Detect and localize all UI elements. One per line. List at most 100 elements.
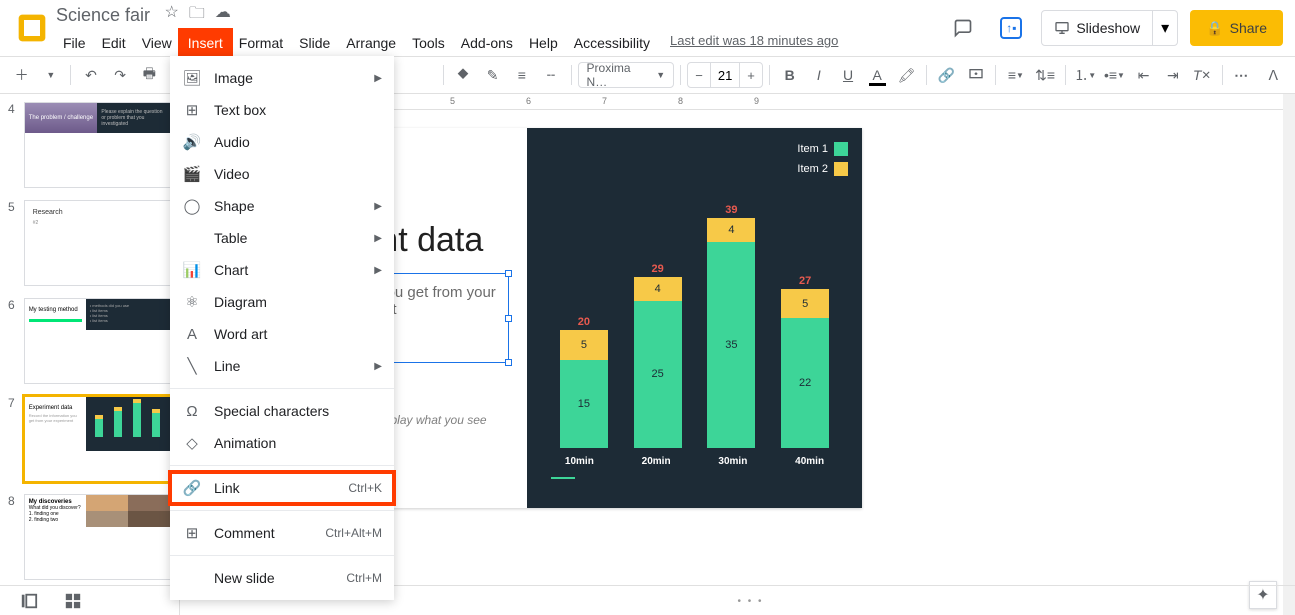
- insert-menu-special-characters[interactable]: Ω Special characters: [170, 395, 394, 427]
- app-logo[interactable]: [12, 8, 52, 48]
- new-slide-dropdown[interactable]: ▼: [37, 61, 64, 89]
- menu-help[interactable]: Help: [522, 31, 565, 55]
- collapse-toolbar-button[interactable]: ᐱ: [1260, 61, 1287, 89]
- filmstrip[interactable]: 4The problem / challengePlease explain t…: [0, 94, 180, 615]
- italic-button[interactable]: I: [805, 61, 832, 89]
- grid-view-icon[interactable]: [64, 592, 82, 610]
- slide-thumbnail-7[interactable]: Experiment dataRecord the information yo…: [24, 396, 171, 482]
- slide-number: 7: [8, 396, 18, 482]
- slide-thumbnail-4[interactable]: The problem / challengePlease explain th…: [24, 102, 171, 188]
- slide-number: 5: [8, 200, 18, 286]
- chart-axis-marker: [551, 477, 575, 479]
- slide-thumbnail-8[interactable]: My discoveriesWhat did you discover?1. f…: [24, 494, 171, 580]
- slideshow-dropdown[interactable]: ▾: [1152, 11, 1177, 45]
- align-button[interactable]: ≡▼: [1002, 61, 1029, 89]
- chart-x-label: 20min: [642, 456, 671, 467]
- print-button[interactable]: 🖶: [136, 61, 163, 89]
- new-slide-button[interactable]: ＋: [8, 61, 35, 89]
- chart-panel[interactable]: Item 1Item 2 20 5 1529 4 2539 4 3527 5 2…: [527, 128, 862, 508]
- slideshow-button[interactable]: Slideshow: [1042, 20, 1152, 36]
- insert-menu-shape[interactable]: ◯ Shape ▶: [170, 190, 394, 222]
- bulleted-list-button[interactable]: •≡▼: [1101, 61, 1128, 89]
- border-color-button[interactable]: ✎: [479, 61, 506, 89]
- menu-item-icon: 🖼: [182, 69, 202, 87]
- comments-icon[interactable]: [945, 10, 981, 46]
- vertical-scrollbar[interactable]: [1283, 94, 1295, 615]
- undo-button[interactable]: ↶: [77, 61, 104, 89]
- menu-item-shortcut: Ctrl+Alt+M: [325, 526, 382, 540]
- menu-arrange[interactable]: Arrange: [339, 31, 403, 55]
- cloud-icon[interactable]: ☁: [215, 2, 231, 29]
- menu-file[interactable]: File: [56, 31, 93, 55]
- share-label: Share: [1230, 20, 1267, 36]
- insert-menu-word-art[interactable]: A Word art: [170, 318, 394, 350]
- insert-menu-animation[interactable]: ◇ Animation: [170, 427, 394, 459]
- font-size-stepper[interactable]: − +: [687, 62, 763, 88]
- resize-handle[interactable]: [505, 359, 512, 366]
- move-icon[interactable]: 🗀: [189, 2, 205, 29]
- doc-title[interactable]: Science fair: [56, 5, 150, 26]
- menu-view[interactable]: View: [135, 31, 179, 55]
- menu-item-label: Audio: [214, 134, 382, 150]
- insert-menu-comment[interactable]: ⊞ Comment Ctrl+Alt+M: [170, 517, 394, 549]
- border-weight-button[interactable]: ≡: [508, 61, 535, 89]
- slide-thumbnail-6[interactable]: My testing method• methods did you use• …: [24, 298, 171, 384]
- menu-tools[interactable]: Tools: [405, 31, 452, 55]
- insert-link-button[interactable]: 🔗: [933, 61, 960, 89]
- menu-format[interactable]: Format: [232, 31, 290, 55]
- legend-item: Item 2: [797, 162, 848, 176]
- submenu-arrow-icon: ▶: [374, 361, 382, 372]
- chart-bar: 39 4 35: [707, 204, 755, 448]
- fill-color-button[interactable]: [450, 61, 477, 89]
- slide-thumbnail-5[interactable]: Research#2: [24, 200, 171, 286]
- outdent-button[interactable]: ⇤: [1130, 61, 1157, 89]
- insert-menu-chart[interactable]: 📊 Chart ▶: [170, 254, 394, 286]
- bold-button[interactable]: B: [776, 61, 803, 89]
- text-color-button[interactable]: A: [864, 61, 891, 89]
- menu-item-label: Chart: [214, 262, 362, 278]
- indent-button[interactable]: ⇥: [1159, 61, 1186, 89]
- insert-menu-audio[interactable]: 🔊 Audio: [170, 126, 394, 158]
- star-icon[interactable]: ☆: [165, 2, 179, 29]
- menu-edit[interactable]: Edit: [95, 31, 133, 55]
- filmstrip-view-icon[interactable]: [20, 592, 38, 610]
- insert-menu-table[interactable]: Table ▶: [170, 222, 394, 254]
- resize-handle[interactable]: [505, 315, 512, 322]
- menu-item-label: Line: [214, 358, 362, 374]
- underline-button[interactable]: U: [834, 61, 861, 89]
- chart-x-labels: 10min20min30min40min: [541, 456, 848, 467]
- clear-formatting-button[interactable]: T✕: [1188, 61, 1215, 89]
- insert-menu-link[interactable]: 🔗 Link Ctrl+K: [170, 472, 394, 504]
- ruler-mark: 6: [526, 96, 531, 106]
- present-up-icon[interactable]: ↑▪: [993, 10, 1029, 46]
- insert-menu-new-slide[interactable]: New slide Ctrl+M: [170, 562, 394, 594]
- highlight-color-button[interactable]: 🖍: [893, 61, 920, 89]
- menu-add-ons[interactable]: Add-ons: [454, 31, 520, 55]
- insert-menu-image[interactable]: 🖼 Image ▶: [170, 62, 394, 94]
- numbered-list-button[interactable]: ⒈▼: [1072, 61, 1099, 89]
- redo-button[interactable]: ↷: [107, 61, 134, 89]
- font-size-input[interactable]: [710, 63, 740, 87]
- insert-menu-video[interactable]: 🎬 Video: [170, 158, 394, 190]
- line-spacing-button[interactable]: ⇅≡: [1032, 61, 1059, 89]
- font-name: Proxima N…: [587, 61, 653, 89]
- menu-slide[interactable]: Slide: [292, 31, 337, 55]
- insert-menu-dropdown: 🖼 Image ▶⊞ Text box 🔊 Audio 🎬 Video ◯ Sh…: [170, 56, 394, 600]
- size-plus[interactable]: +: [740, 68, 762, 83]
- menu-insert[interactable]: Insert: [181, 31, 230, 55]
- size-minus[interactable]: −: [688, 68, 710, 83]
- resize-handle[interactable]: [505, 270, 512, 277]
- menu-item-icon: 📊: [182, 261, 202, 279]
- last-edit-link[interactable]: Last edit was 18 minutes ago: [670, 33, 838, 48]
- menu-item-label: Animation: [214, 435, 382, 451]
- insert-menu-diagram[interactable]: ⚛ Diagram: [170, 286, 394, 318]
- insert-menu-line[interactable]: ╲ Line ▶: [170, 350, 394, 382]
- border-dash-button[interactable]: ╌: [537, 61, 564, 89]
- font-family-picker[interactable]: Proxima N…▼: [578, 62, 675, 88]
- submenu-arrow-icon: ▶: [374, 265, 382, 276]
- share-button[interactable]: 🔒 Share: [1190, 10, 1283, 46]
- menu-accessibility[interactable]: Accessibility: [567, 31, 657, 55]
- more-options-button[interactable]: ⋯: [1229, 61, 1256, 89]
- insert-comment-button[interactable]: [962, 61, 989, 89]
- insert-menu-text-box[interactable]: ⊞ Text box: [170, 94, 394, 126]
